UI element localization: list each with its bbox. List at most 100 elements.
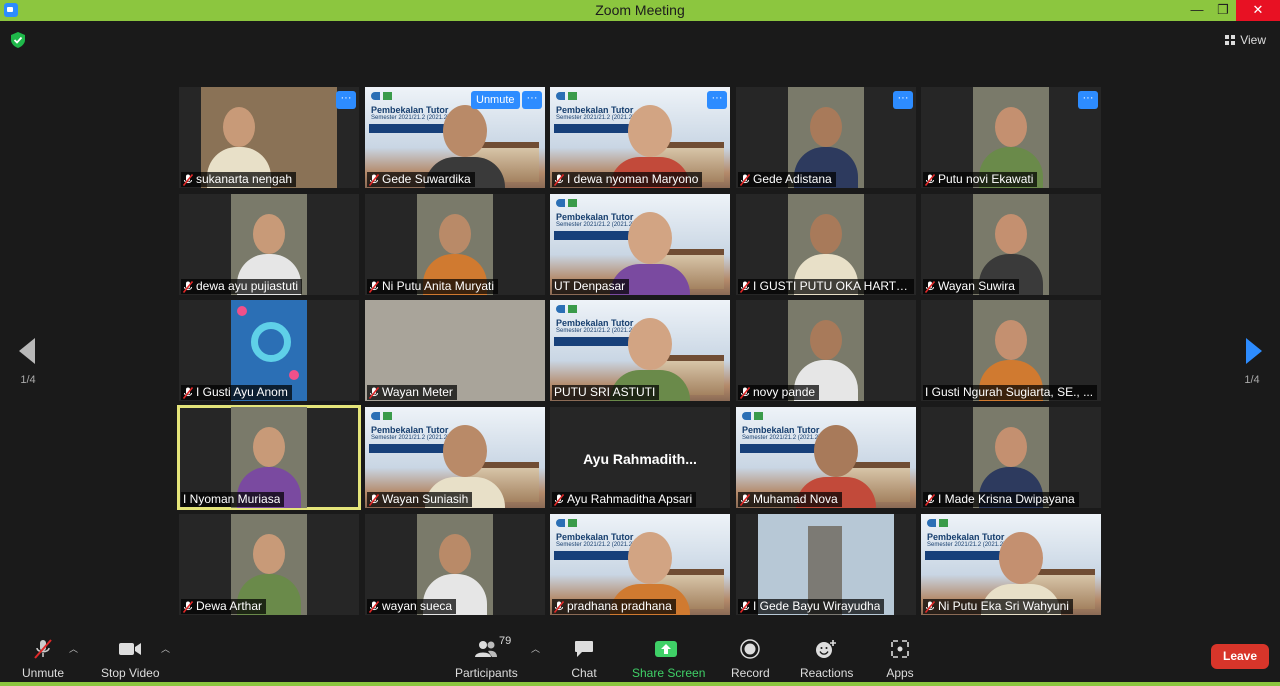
record-label: Record	[731, 666, 770, 680]
participant-tile[interactable]: Dewa Arthar	[179, 514, 359, 615]
participants-caret-icon[interactable]: ︿	[531, 642, 540, 655]
leave-button[interactable]: Leave	[1211, 644, 1269, 669]
slide-title: Pembekalan Tutor	[742, 425, 820, 435]
participant-name: dewa ayu pujiastuti	[196, 279, 299, 293]
participant-tile[interactable]: I Made Krisna Dwipayana	[921, 407, 1101, 508]
participant-tile[interactable]: Wayan Meter	[365, 300, 545, 401]
ask-to-unmute-button[interactable]: Unmute	[471, 91, 520, 109]
university-logo-icon	[371, 92, 401, 100]
more-options-button[interactable]: ···	[336, 91, 356, 109]
participant-name-label: Putu novi Ekawati	[923, 172, 1038, 187]
participant-tile[interactable]: dewa ayu pujiastuti	[179, 194, 359, 295]
participant-name: wayan sueca	[382, 599, 453, 613]
participant-name-label: I dewa nyoman Maryono	[552, 172, 703, 187]
participant-tile[interactable]: ··· Gede Adistana	[736, 87, 916, 188]
more-options-button[interactable]: ···	[522, 91, 542, 109]
participant-tile[interactable]: Ayu Rahmadith... Ayu Rahmaditha Apsari	[550, 407, 730, 508]
chat-icon	[575, 641, 593, 657]
video-camera-icon	[119, 643, 141, 655]
university-logo-icon	[556, 305, 586, 313]
participant-name-label: Muhamad Nova	[738, 492, 842, 507]
security-shield-icon[interactable]	[11, 32, 25, 48]
participant-tile[interactable]: Pembekalan Tutor Semester 2021/21.2 (2021…	[550, 300, 730, 401]
participant-name: Ni Putu Eka Sri Wahyuni	[938, 599, 1069, 613]
video-options-caret-icon[interactable]: ︿	[161, 642, 170, 655]
grid-icon	[1225, 35, 1236, 45]
muted-microphone-icon	[369, 173, 379, 186]
muted-microphone-icon	[925, 600, 935, 613]
slide-subtitle: Semester 2021/21.2 (2021.2)	[371, 435, 450, 441]
participant-tile[interactable]: I Gusti Ngurah Sugiarta, SE., ...	[921, 300, 1101, 401]
stop-video-label: Stop Video	[101, 666, 160, 680]
microphone-muted-icon	[34, 639, 52, 659]
stop-video-button[interactable]: Stop Video	[101, 638, 160, 680]
audio-options-caret-icon[interactable]: ︿	[69, 642, 78, 655]
next-page-arrow-icon[interactable]	[1244, 338, 1264, 364]
participant-tile[interactable]: Pembekalan Tutor Semester 2021/21.2 (2021…	[365, 407, 545, 508]
participant-tile[interactable]: novy pande	[736, 300, 916, 401]
slide-title: Pembekalan Tutor	[556, 212, 634, 222]
muted-microphone-icon	[183, 173, 193, 186]
slide-subtitle: Semester 2021/21.2 (2021.2)	[556, 115, 635, 121]
apps-button[interactable]: Apps	[885, 638, 915, 680]
participant-tile[interactable]: Pembekalan Tutor Semester 2021/21.2 (2021…	[550, 194, 730, 295]
participant-name: UT Denpasar	[554, 279, 626, 293]
participant-tile[interactable]: Pembekalan Tutor Semester 2021/21.2 (2021…	[365, 87, 545, 188]
muted-microphone-icon	[183, 386, 193, 399]
page-indicator-right: 1/4	[1244, 374, 1260, 386]
participant-name: Gede Adistana	[753, 172, 832, 186]
participant-name: I dewa nyoman Maryono	[567, 172, 699, 186]
slide-title: Pembekalan Tutor	[371, 425, 449, 435]
participant-tile[interactable]: I Nyoman Muriasa	[177, 405, 361, 510]
participant-name: I Nyoman Muriasa	[183, 492, 281, 506]
slide-title: Pembekalan Tutor	[556, 318, 634, 328]
reactions-label: Reactions	[800, 666, 854, 680]
close-button[interactable]: ✕	[1236, 0, 1280, 21]
participant-tile[interactable]: I Gusti Ayu Anom	[179, 300, 359, 401]
participant-tile[interactable]: Pembekalan Tutor Semester 2021/21.2 (2021…	[736, 407, 916, 508]
more-options-button[interactable]: ···	[1078, 91, 1098, 109]
participant-name: Wayan Suwira	[938, 279, 1015, 293]
participant-name: Muhamad Nova	[753, 492, 838, 506]
participant-name-label: PUTU SRI ASTUTI	[552, 385, 660, 400]
participant-tile[interactable]: ··· Putu novi Ekawati	[921, 87, 1101, 188]
restore-button[interactable]: ❐	[1206, 0, 1240, 21]
slide-subtitle: Semester 2021/21.2 (2021.2)	[371, 115, 450, 121]
chat-label: Chat	[571, 666, 597, 680]
participant-name: pradhana pradhana	[567, 599, 672, 613]
participant-name: I Made Krisna Dwipayana	[938, 492, 1075, 506]
participant-name: Wayan Suniasih	[382, 492, 469, 506]
participant-tile[interactable]: Pembekalan Tutor Semester 2021/21.2 (2021…	[550, 87, 730, 188]
title-bar: Zoom Meeting — ❐ ✕	[0, 0, 1280, 21]
record-button[interactable]: Record	[731, 638, 770, 680]
view-label: View	[1240, 33, 1266, 47]
participants-label: Participants	[455, 666, 518, 680]
participant-tile[interactable]: Pembekalan Tutor Semester 2021/21.2 (2021…	[921, 514, 1101, 615]
participant-name: Wayan Meter	[382, 385, 453, 399]
participants-button[interactable]: 79 Participants	[455, 635, 518, 680]
slide-subtitle: Semester 2021/21.2 (2021.2)	[927, 542, 1006, 548]
unmute-button[interactable]: Unmute	[22, 638, 64, 680]
participant-name-label: I Made Krisna Dwipayana	[923, 492, 1079, 507]
muted-microphone-icon	[740, 173, 750, 186]
slide-title: Pembekalan Tutor	[371, 105, 449, 115]
more-options-button[interactable]: ···	[893, 91, 913, 109]
more-options-button[interactable]: ···	[707, 91, 727, 109]
slide-title: Pembekalan Tutor	[556, 105, 634, 115]
participant-tile[interactable]: wayan sueca	[365, 514, 545, 615]
participant-name-label: I Gusti Ngurah Sugiarta, SE., ...	[923, 385, 1098, 400]
participant-tile[interactable]: Wayan Suwira	[921, 194, 1101, 295]
participant-tile[interactable]: I GUSTI PUTU OKA HARTO...	[736, 194, 916, 295]
participant-tile[interactable]: I Gede Bayu Wirayudha	[736, 514, 916, 615]
meeting-toolbar: Unmute ︿ Stop Video ︿ 79 Participants ︿	[0, 630, 1280, 686]
participant-tile[interactable]: Ni Putu Anita Muryati	[365, 194, 545, 295]
slide-subtitle: Semester 2021/21.2 (2021.2)	[742, 435, 821, 441]
chat-button[interactable]: Chat	[569, 638, 599, 680]
participant-tile[interactable]: ··· sukanarta nengah	[179, 87, 359, 188]
view-button[interactable]: View	[1225, 33, 1266, 47]
share-screen-button[interactable]: Share Screen	[632, 638, 705, 680]
previous-page-arrow-icon[interactable]	[17, 338, 37, 364]
record-icon	[740, 639, 760, 659]
participant-tile[interactable]: Pembekalan Tutor Semester 2021/21.2 (2021…	[550, 514, 730, 615]
reactions-button[interactable]: Reactions	[800, 638, 854, 680]
